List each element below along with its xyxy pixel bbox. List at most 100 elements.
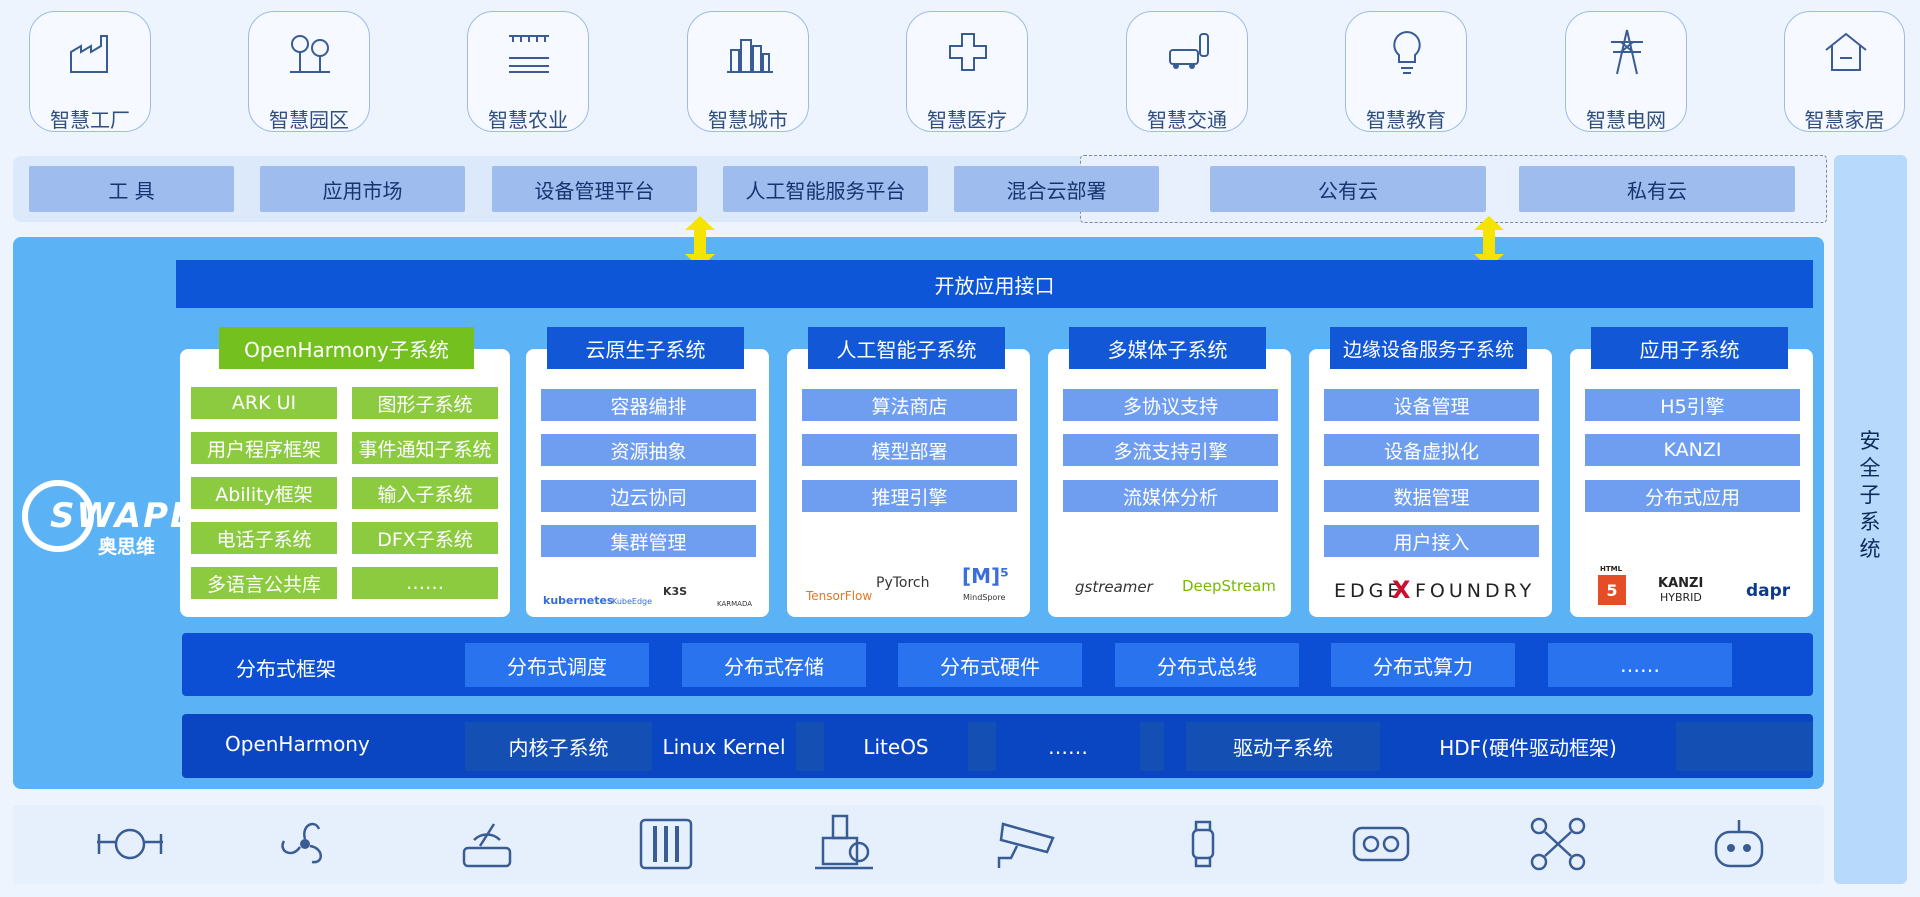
kubeedge-logo: KubeEdge xyxy=(612,597,653,606)
platform-tools[interactable]: 工 具 xyxy=(29,166,234,212)
fan-icon xyxy=(281,822,322,864)
subsystem-cell[interactable]: 算法商店 xyxy=(802,389,1017,421)
multimedia-subsystem-title: 多媒体子系统 xyxy=(1069,327,1266,369)
subsystem-cell[interactable]: 分布式应用 xyxy=(1585,480,1800,512)
home-icon xyxy=(1825,32,1867,71)
power-tower-icon xyxy=(1611,29,1643,75)
oh-sub-cell[interactable]: Ability框架 xyxy=(191,477,337,509)
karmada-logo: KARMADA xyxy=(717,600,753,608)
oh-sub-cell[interactable]: 事件通知子系统 xyxy=(352,432,498,464)
platform-app-market[interactable]: 应用市场 xyxy=(260,166,465,212)
scene-label: 智慧交通 xyxy=(1147,108,1227,132)
scene-label: 智慧家居 xyxy=(1804,108,1885,132)
platform-ai-service[interactable]: 人工智能服务平台 xyxy=(723,166,928,212)
kubernetes-logo: kubernetes xyxy=(543,594,614,607)
subsystem-cell[interactable]: 模型部署 xyxy=(802,434,1017,466)
camera-icon xyxy=(997,822,1055,868)
oh-sub-cell[interactable]: 电话子系统 xyxy=(191,522,337,554)
oh-separator xyxy=(796,722,824,771)
subsystem-cell[interactable]: 设备管理 xyxy=(1324,389,1539,421)
ai-subsystem-title: 人工智能子系统 xyxy=(808,327,1005,369)
robot-icon xyxy=(1714,820,1764,868)
kernel-subsystem[interactable]: 内核子系统 xyxy=(465,722,652,771)
distributed-cell[interactable]: …… xyxy=(1548,643,1732,687)
k3s-logo: K3S xyxy=(663,585,688,598)
subsystem-cell[interactable]: 推理引擎 xyxy=(802,480,1017,512)
subsystem-cell[interactable]: 多协议支持 xyxy=(1063,389,1278,421)
scene-card-park[interactable]: 智慧园区 xyxy=(248,11,370,132)
scene-card-factory[interactable]: 智慧工厂 xyxy=(29,11,151,132)
linux-kernel[interactable]: Linux Kernel xyxy=(652,722,796,771)
liteos[interactable]: LiteOS xyxy=(824,722,968,771)
security-subsystem-label: 安全子系统 xyxy=(1859,429,1881,561)
scene-card-power-grid[interactable]: 智慧电网 xyxy=(1565,11,1687,132)
vr-headset-icon xyxy=(1352,826,1410,862)
kernel-more[interactable]: …… xyxy=(996,722,1140,771)
edgex-logo-right: FOUNDRY xyxy=(1415,580,1536,602)
tensorflow-logo: TensorFlow xyxy=(806,589,873,603)
oh-sub-cell[interactable]: DFX子系统 xyxy=(352,522,498,554)
scene-card-city[interactable]: 智慧城市 xyxy=(687,11,809,132)
hdf-framework[interactable]: HDF(硬件驱动框架) xyxy=(1380,722,1676,771)
platform-private-cloud[interactable]: 私有云 xyxy=(1519,166,1795,212)
distributed-cell[interactable]: 分布式算力 xyxy=(1331,643,1515,687)
scene-label: 智慧城市 xyxy=(708,108,788,132)
subsystem-cell[interactable]: 设备虚拟化 xyxy=(1324,434,1539,466)
subsystem-cell[interactable]: KANZI xyxy=(1585,434,1800,466)
open-api-bar[interactable]: 开放应用接口 xyxy=(176,260,1813,308)
subsystem-cell[interactable]: 集群管理 xyxy=(541,525,756,557)
application-subsystem-title: 应用子系统 xyxy=(1591,327,1788,369)
oh-sub-cell[interactable]: 用户程序框架 xyxy=(191,432,337,464)
openharmony-subsystem-title: OpenHarmony子系统 xyxy=(219,327,474,369)
subsystem-cell[interactable]: H5引擎 xyxy=(1585,389,1800,421)
gstreamer-logo: gstreamer xyxy=(1075,578,1153,596)
oh-separator xyxy=(1140,722,1164,771)
flow-meter-icon xyxy=(97,828,163,860)
html5-logo: 5 xyxy=(1598,575,1626,605)
oh-separator xyxy=(968,722,996,771)
server-rack-icon xyxy=(639,818,693,870)
oh-sub-cell[interactable]: 输入子系统 xyxy=(352,477,498,509)
cloud-native-subsystem-title: 云原生子系统 xyxy=(547,327,744,369)
lightbulb-icon xyxy=(1393,30,1421,74)
brand-logo-text: SWAPE xyxy=(50,496,196,536)
subsystem-cell[interactable]: 容器编排 xyxy=(541,389,756,421)
mindspore-mark: [M]⁵ xyxy=(962,564,1009,588)
subsystem-cell[interactable]: 流媒体分析 xyxy=(1063,480,1278,512)
traffic-icon xyxy=(1169,33,1209,69)
oh-sub-cell[interactable]: …… xyxy=(352,567,498,599)
subsystem-cell[interactable]: 用户接入 xyxy=(1324,525,1539,557)
scene-label: 智慧园区 xyxy=(269,108,349,132)
scene-card-traffic[interactable]: 智慧交通 xyxy=(1126,11,1248,132)
city-icon xyxy=(727,39,773,73)
platform-hybrid-cloud[interactable]: 混合云部署 xyxy=(954,166,1159,212)
distributed-cell[interactable]: 分布式调度 xyxy=(465,643,649,687)
oh-sub-cell[interactable]: ARK UI xyxy=(191,387,337,419)
scene-card-home[interactable]: 智慧家居 xyxy=(1784,11,1905,132)
platform-public-cloud[interactable]: 公有云 xyxy=(1210,166,1486,212)
edge-device-subsystem-title: 边缘设备服务子系统 xyxy=(1330,327,1527,369)
brand-name: 奥思维 xyxy=(98,536,156,558)
oh-separator xyxy=(1676,722,1813,771)
smartwatch-icon xyxy=(1191,820,1215,868)
distributed-cell[interactable]: 分布式总线 xyxy=(1115,643,1299,687)
scene-label: 智慧农业 xyxy=(488,108,568,132)
oh-sub-cell[interactable]: 图形子系统 xyxy=(352,387,498,419)
platform-device-management[interactable]: 设备管理平台 xyxy=(492,166,697,212)
oh-sub-cell[interactable]: 多语言公共库 xyxy=(191,567,337,599)
scene-card-agriculture[interactable]: 智慧农业 xyxy=(467,11,589,132)
scene-card-education[interactable]: 智慧教育 xyxy=(1345,11,1467,132)
distributed-cell[interactable]: 分布式存储 xyxy=(682,643,866,687)
subsystem-cell[interactable]: 资源抽象 xyxy=(541,434,756,466)
subsystem-cell[interactable]: 边云协同 xyxy=(541,480,756,512)
subsystem-cell[interactable]: 多流支持引擎 xyxy=(1063,434,1278,466)
drone-icon xyxy=(1530,817,1586,871)
subsystem-cell[interactable]: 数据管理 xyxy=(1324,480,1539,512)
scene-card-medical[interactable]: 智慧医疗 xyxy=(906,11,1028,132)
park-icon xyxy=(290,35,330,73)
openharmony-label: OpenHarmony xyxy=(225,732,370,756)
factory-icon xyxy=(70,35,108,73)
distributed-cell[interactable]: 分布式硬件 xyxy=(898,643,1082,687)
scene-label: 智慧电网 xyxy=(1586,108,1666,132)
driver-subsystem[interactable]: 驱动子系统 xyxy=(1186,722,1380,771)
